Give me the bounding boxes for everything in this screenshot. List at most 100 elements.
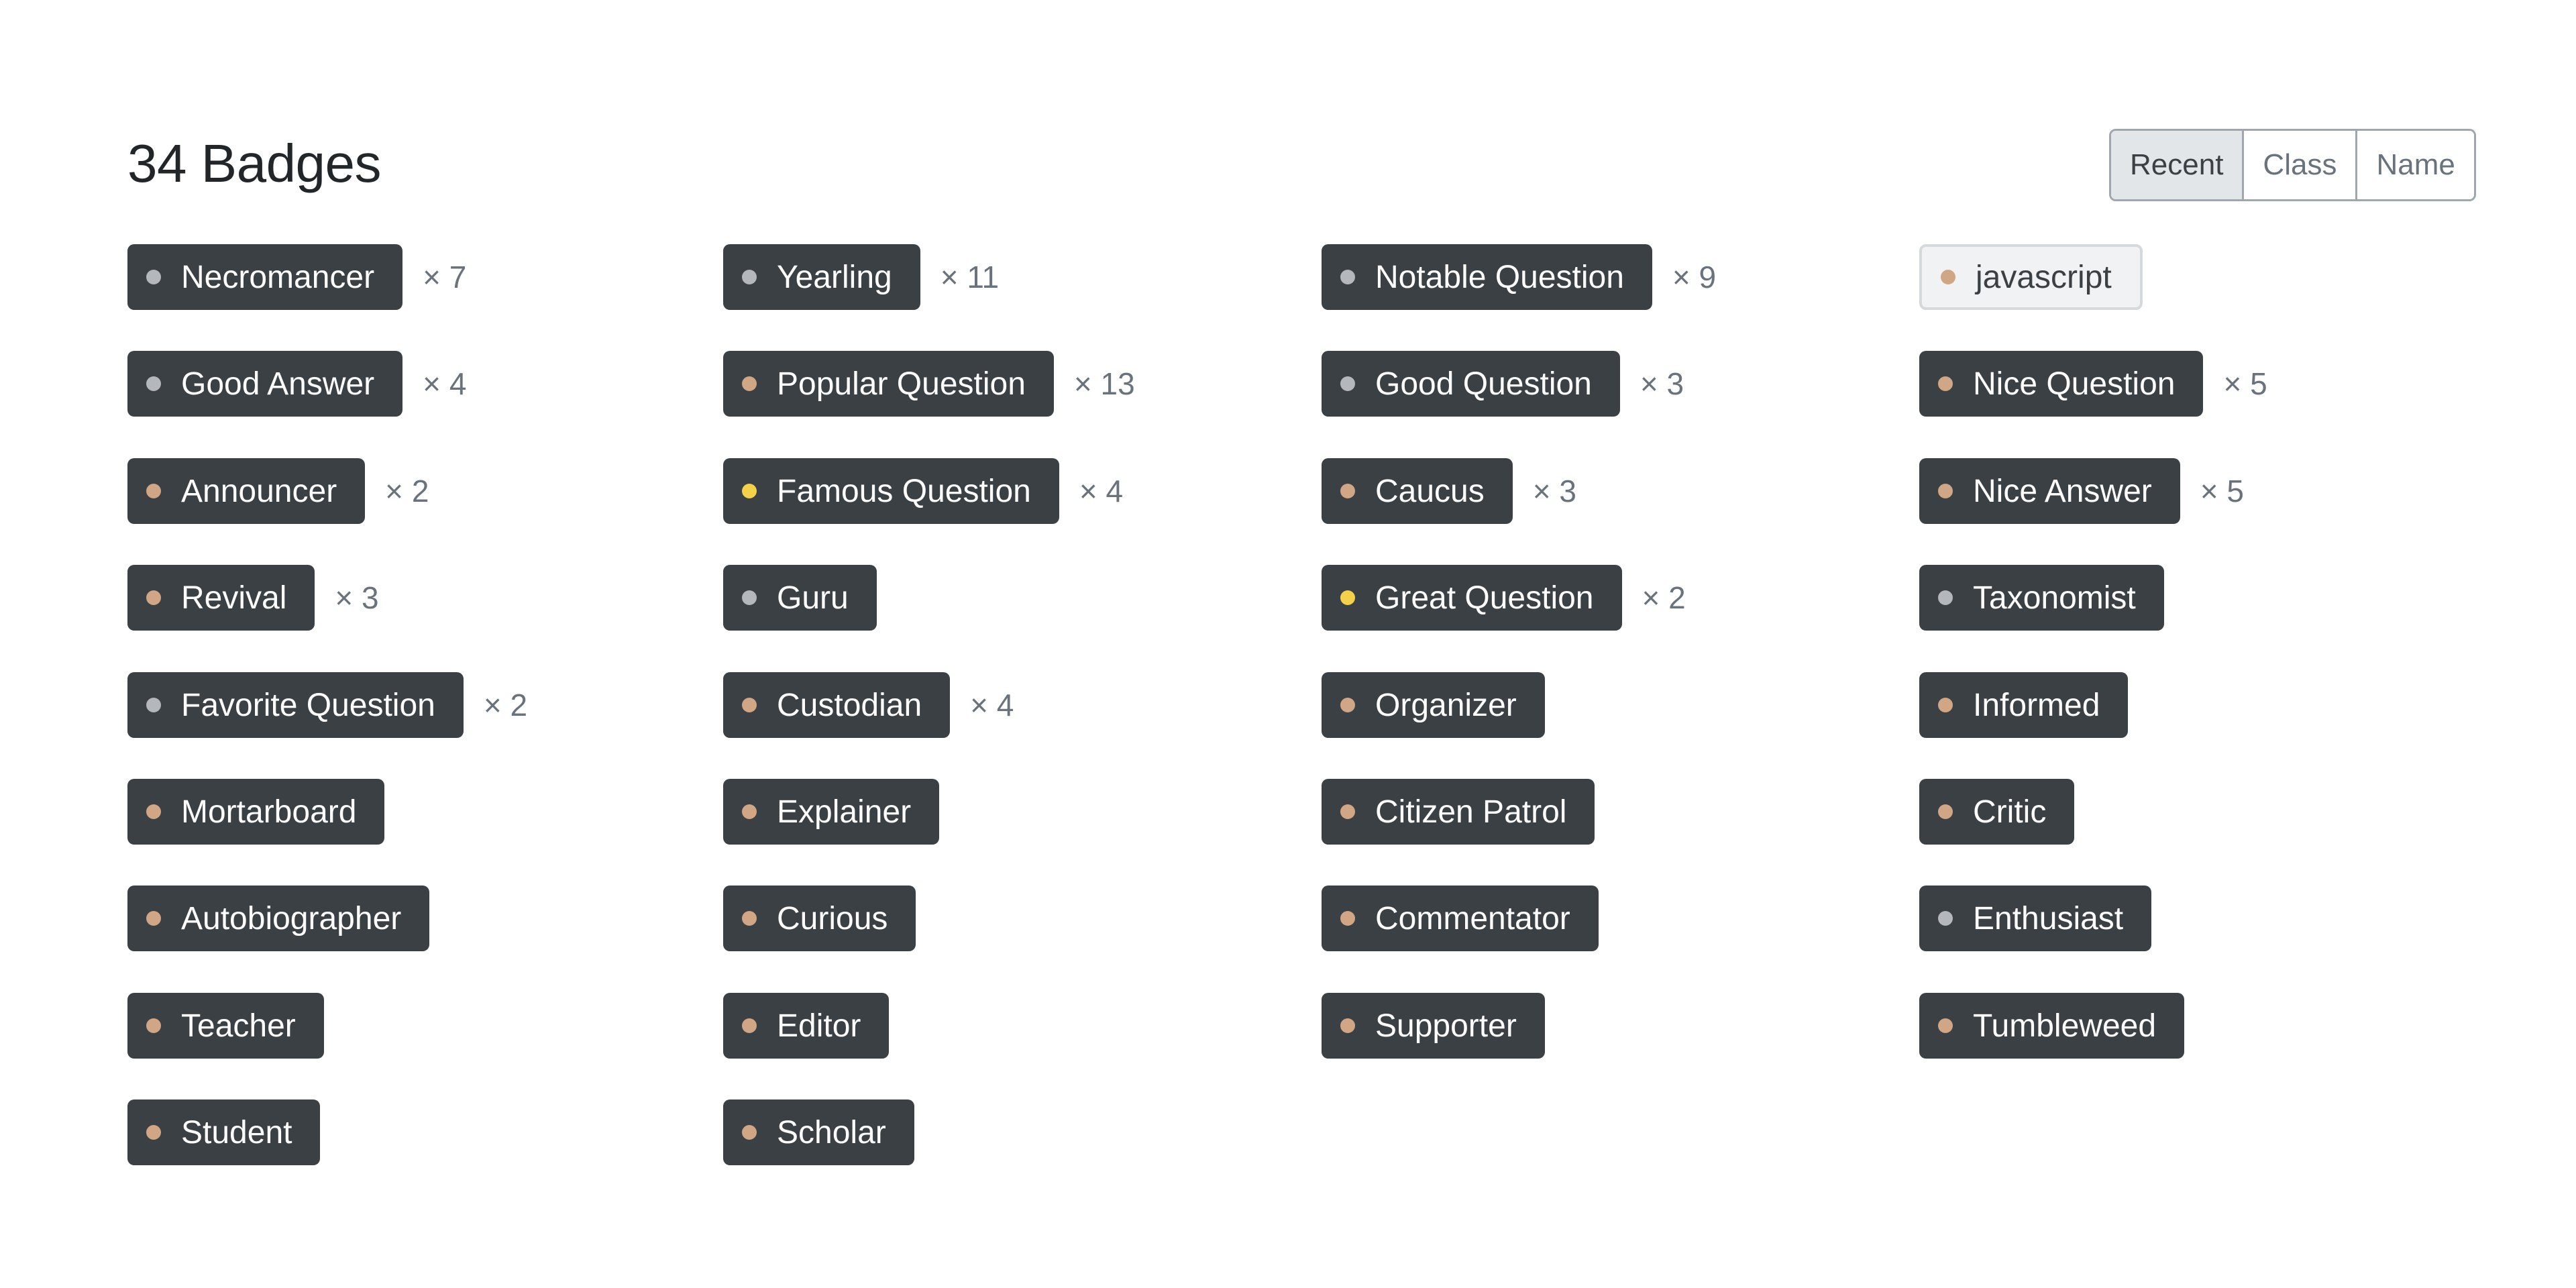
bronze-badge-dot-icon bbox=[1938, 484, 1953, 498]
badge-name: Explainer bbox=[777, 794, 912, 830]
badge-count: × 9 bbox=[1672, 260, 1717, 294]
sort-name-button[interactable]: Name bbox=[2355, 131, 2474, 199]
badge-link[interactable]: Organizer bbox=[1322, 672, 1545, 738]
badge-item: Nice Question × 5 bbox=[1919, 351, 2267, 417]
sort-recent-button[interactable]: Recent bbox=[2111, 131, 2243, 199]
badge-count: × 11 bbox=[940, 260, 1000, 294]
bronze-badge-dot-icon bbox=[1941, 270, 1955, 284]
badge-name: Curious bbox=[777, 900, 888, 936]
badge-count: × 4 bbox=[1079, 474, 1124, 508]
badge-count: × 3 bbox=[1532, 474, 1576, 508]
badge-item: Supporter bbox=[1322, 993, 1545, 1059]
silver-badge-dot-icon bbox=[146, 698, 161, 712]
badge-link[interactable]: Great Question bbox=[1322, 565, 1622, 631]
badge-name: Enthusiast bbox=[1973, 900, 2124, 936]
badge-name: Custodian bbox=[777, 687, 922, 723]
badge-item: Famous Question × 4 bbox=[723, 458, 1123, 524]
badge-link[interactable]: Nice Answer bbox=[1919, 458, 2180, 524]
badge-link[interactable]: Guru bbox=[723, 565, 877, 631]
badge-link[interactable]: Famous Question bbox=[723, 458, 1059, 524]
bronze-badge-dot-icon bbox=[1938, 698, 1953, 712]
badge-item: Announcer × 2 bbox=[127, 458, 429, 524]
badge-item: Scholar bbox=[723, 1099, 914, 1165]
badge-name: Citizen Patrol bbox=[1375, 794, 1567, 830]
bronze-badge-dot-icon bbox=[146, 804, 161, 819]
badge-name: Autobiographer bbox=[181, 900, 402, 936]
badge-item: Commentator bbox=[1322, 885, 1599, 951]
gold-badge-dot-icon bbox=[1340, 590, 1355, 605]
badge-name: Good Question bbox=[1375, 366, 1592, 402]
bronze-badge-dot-icon bbox=[146, 484, 161, 498]
bronze-badge-dot-icon bbox=[742, 1125, 757, 1140]
badge-link[interactable]: Mortarboard bbox=[127, 779, 385, 845]
badge-count: × 2 bbox=[385, 474, 429, 508]
sort-button-group: Recent Class Name bbox=[2109, 129, 2476, 201]
sort-class-button[interactable]: Class bbox=[2242, 131, 2356, 199]
badge-link[interactable]: Enthusiast bbox=[1919, 885, 2152, 951]
bronze-badge-dot-icon bbox=[146, 590, 161, 605]
badge-link[interactable]: Yearling bbox=[723, 244, 920, 310]
badge-item: Custodian × 4 bbox=[723, 672, 1014, 738]
badge-item: Autobiographer bbox=[127, 885, 430, 951]
badge-link[interactable]: Critic bbox=[1919, 779, 2075, 845]
badge-name: Announcer bbox=[181, 473, 337, 509]
badge-link[interactable]: Popular Question bbox=[723, 351, 1054, 417]
badge-name: Commentator bbox=[1375, 900, 1570, 936]
bronze-badge-dot-icon bbox=[1938, 1018, 1953, 1033]
badge-link[interactable]: Explainer bbox=[723, 779, 940, 845]
badge-item: Good Question × 3 bbox=[1322, 351, 1684, 417]
badge-name: Nice Answer bbox=[1973, 473, 2152, 509]
silver-badge-dot-icon bbox=[742, 590, 757, 605]
badge-link[interactable]: Scholar bbox=[723, 1099, 914, 1165]
badge-link[interactable]: Nice Question bbox=[1919, 351, 2204, 417]
badge-link[interactable]: Good Question bbox=[1322, 351, 1620, 417]
badge-link[interactable]: Curious bbox=[723, 885, 916, 951]
bronze-badge-dot-icon bbox=[1938, 376, 1953, 391]
badge-name: Taxonomist bbox=[1973, 580, 2136, 616]
badge-link[interactable]: Favorite Question bbox=[127, 672, 464, 738]
tag-badge-link[interactable]: javascript bbox=[1919, 244, 2143, 310]
badge-link[interactable]: Announcer bbox=[127, 458, 366, 524]
bronze-badge-dot-icon bbox=[1938, 804, 1953, 819]
badge-link[interactable]: Supporter bbox=[1322, 993, 1545, 1059]
badge-count: × 2 bbox=[483, 688, 528, 722]
badge-link[interactable]: Custodian bbox=[723, 672, 951, 738]
badge-name: Guru bbox=[777, 580, 849, 616]
badge-link[interactable]: Autobiographer bbox=[127, 885, 430, 951]
badge-item: Explainer bbox=[723, 779, 940, 845]
badge-name: Favorite Question bbox=[181, 687, 435, 723]
badge-name: Student bbox=[181, 1114, 292, 1150]
silver-badge-dot-icon bbox=[742, 270, 757, 284]
bronze-badge-dot-icon bbox=[742, 804, 757, 819]
badge-link[interactable]: Revival bbox=[127, 565, 315, 631]
badge-name: Caucus bbox=[1375, 473, 1485, 509]
badge-count: × 5 bbox=[2200, 474, 2244, 508]
badge-link[interactable]: Editor bbox=[723, 993, 890, 1059]
badge-link[interactable]: Tumbleweed bbox=[1919, 993, 2185, 1059]
badge-name: Famous Question bbox=[777, 473, 1031, 509]
badge-link[interactable]: Commentator bbox=[1322, 885, 1599, 951]
bronze-badge-dot-icon bbox=[146, 1125, 161, 1140]
badge-link[interactable]: Citizen Patrol bbox=[1322, 779, 1595, 845]
badge-count: × 7 bbox=[423, 260, 467, 294]
badge-link[interactable]: Necromancer bbox=[127, 244, 403, 310]
badge-link[interactable]: Teacher bbox=[127, 993, 324, 1059]
badge-item: javascript bbox=[1919, 244, 2143, 310]
badge-name: Editor bbox=[777, 1008, 861, 1044]
badge-item: Enthusiast bbox=[1919, 885, 2152, 951]
badge-name: Teacher bbox=[181, 1008, 296, 1044]
badge-item: Informed bbox=[1919, 672, 2129, 738]
badge-item: Nice Answer × 5 bbox=[1919, 458, 2244, 524]
badge-link[interactable]: Taxonomist bbox=[1919, 565, 2164, 631]
badge-name: Popular Question bbox=[777, 366, 1026, 402]
badge-link[interactable]: Caucus bbox=[1322, 458, 1513, 524]
badge-link[interactable]: Good Answer bbox=[127, 351, 403, 417]
gold-badge-dot-icon bbox=[742, 484, 757, 498]
badge-link[interactable]: Student bbox=[127, 1099, 321, 1165]
badge-name: Informed bbox=[1973, 687, 2100, 723]
badge-count: × 4 bbox=[423, 366, 467, 401]
badge-link[interactable]: Notable Question bbox=[1322, 244, 1652, 310]
silver-badge-dot-icon bbox=[146, 270, 161, 284]
badge-link[interactable]: Informed bbox=[1919, 672, 2129, 738]
silver-badge-dot-icon bbox=[1938, 911, 1953, 926]
